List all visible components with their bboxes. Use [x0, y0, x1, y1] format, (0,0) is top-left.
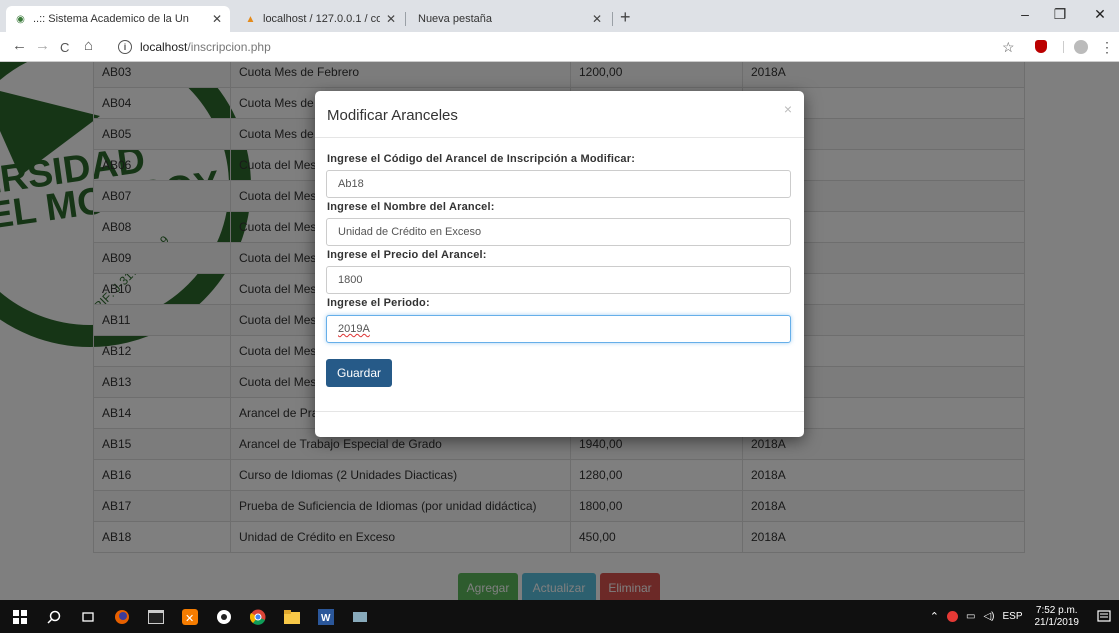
terminal-icon[interactable]	[146, 607, 166, 627]
bookmark-star-icon[interactable]: ☆	[1002, 39, 1015, 56]
modify-aranceles-modal: Modificar Aranceles × Ingrese el Código …	[315, 91, 804, 437]
svg-text:W: W	[321, 613, 331, 624]
svg-text:✕: ✕	[185, 613, 194, 625]
period-input[interactable]: 2019A	[326, 315, 791, 343]
close-tab-icon[interactable]: ✕	[212, 12, 222, 26]
search-icon[interactable]	[44, 607, 64, 627]
code-input[interactable]: Ab18	[326, 170, 791, 198]
tab-separator	[612, 12, 613, 26]
browser-toolbar: ← → C ⌂ i localhost/inscripcion.php ☆ ⋮	[0, 32, 1119, 62]
browser-tab-bar: ◉ ..:: Sistema Academico de la Un ✕ ▲ lo…	[0, 0, 1119, 32]
ublock-extension-icon[interactable]	[1035, 40, 1047, 53]
modal-title: Modificar Aranceles	[327, 107, 458, 124]
clock-date: 21/1/2019	[1034, 616, 1080, 628]
tab-title: Nueva pestaña	[418, 13, 492, 25]
tab-title: localhost / 127.0.0.1 / cobranza /	[263, 13, 380, 25]
notifications-icon[interactable]	[1094, 607, 1114, 627]
period-input-value: 2019A	[338, 323, 370, 335]
tab-nueva-pestana[interactable]: Nueva pestaña ✕	[410, 6, 610, 32]
obs-icon[interactable]	[214, 607, 234, 627]
tab-phpmyadmin[interactable]: ▲ localhost / 127.0.0.1 / cobranza / ✕	[236, 6, 404, 32]
task-view-icon[interactable]	[78, 607, 98, 627]
misc-app-icon[interactable]	[350, 607, 370, 627]
chrome-icon[interactable]	[248, 607, 268, 627]
phpmyadmin-favicon-icon: ▲	[245, 13, 256, 25]
tab-separator	[405, 12, 406, 26]
name-input-value: Unidad de Crédito en Exceso	[338, 226, 482, 238]
system-tray: ⌃ ▭ ◁) ESP 7:52 p.m. 21/1/2019	[930, 600, 1079, 633]
browser-menu-icon[interactable]: ⋮	[1100, 39, 1114, 56]
tab-title: ..:: Sistema Academico de la Un	[33, 13, 189, 25]
antivirus-tray-icon[interactable]	[947, 611, 958, 622]
code-label: Ingrese el Código del Arancel de Inscrip…	[327, 153, 636, 165]
code-input-value: Ab18	[338, 178, 364, 190]
home-icon[interactable]: ⌂	[84, 38, 93, 54]
price-input[interactable]: 1800	[326, 266, 791, 294]
windows-start-icon[interactable]	[10, 607, 30, 627]
close-window-icon[interactable]: ✕	[1090, 6, 1110, 23]
address-bar[interactable]: i localhost/inscripcion.php	[118, 36, 271, 58]
firefox-icon[interactable]	[112, 607, 132, 627]
file-explorer-icon[interactable]	[282, 607, 302, 627]
tab-sistema-academico[interactable]: ◉ ..:: Sistema Academico de la Un ✕	[6, 6, 230, 32]
close-tab-icon[interactable]: ✕	[386, 12, 396, 26]
modal-header: Modificar Aranceles ×	[315, 91, 804, 138]
university-favicon-icon: ◉	[16, 13, 25, 25]
toolbar-divider	[1063, 41, 1064, 53]
reload-icon[interactable]: C	[60, 40, 69, 56]
period-label: Ingrese el Periodo:	[327, 297, 430, 309]
name-input[interactable]: Unidad de Crédito en Exceso	[326, 218, 791, 246]
close-icon[interactable]: ×	[784, 101, 792, 117]
language-indicator[interactable]: ESP	[1002, 611, 1022, 622]
price-input-value: 1800	[338, 274, 363, 286]
new-tab-button[interactable]: +	[620, 8, 631, 26]
back-arrow-icon[interactable]: ←	[12, 38, 27, 54]
volume-icon[interactable]: ◁)	[983, 611, 994, 622]
xampp-icon[interactable]: ✕	[180, 607, 200, 627]
url-host: localhost	[140, 40, 188, 54]
info-icon[interactable]: i	[118, 40, 132, 54]
name-label: Ingrese el Nombre del Arancel:	[327, 201, 495, 213]
forward-arrow-icon[interactable]: →	[35, 38, 50, 54]
save-button[interactable]: Guardar	[326, 359, 392, 387]
modal-footer	[315, 411, 804, 412]
network-icon[interactable]: ▭	[966, 611, 975, 622]
price-label: Ingrese el Precio del Arancel:	[327, 249, 487, 261]
clock-time: 7:52 p.m.	[1035, 604, 1078, 616]
windows-taskbar: ✕ W ⌃ ▭ ◁) ESP 7:52 p.m. 21/1/2019	[0, 600, 1119, 633]
clock[interactable]: 7:52 p.m. 21/1/2019	[1035, 605, 1080, 629]
maximize-icon[interactable]: ❐	[1050, 6, 1070, 23]
minimize-icon[interactable]: –	[1015, 6, 1035, 22]
chevron-up-icon[interactable]: ⌃	[930, 610, 939, 623]
close-tab-icon[interactable]: ✕	[592, 12, 602, 26]
profile-avatar-icon[interactable]	[1074, 40, 1088, 54]
url-path: /inscripcion.php	[187, 40, 271, 54]
word-icon[interactable]: W	[316, 607, 336, 627]
